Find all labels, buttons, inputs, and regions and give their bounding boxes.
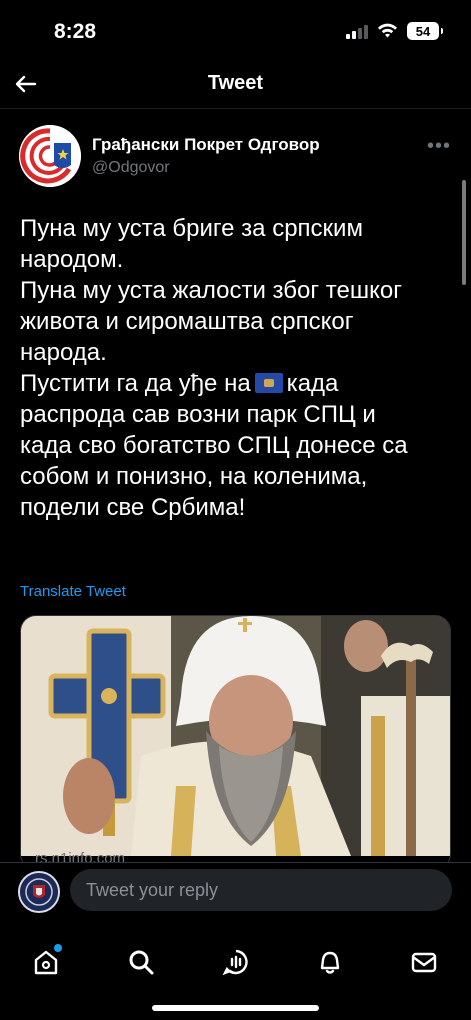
tweet-line: собом и понизно, на коленима, xyxy=(20,463,368,490)
translate-tweet-link[interactable]: Translate Tweet xyxy=(20,583,126,600)
tweet-text: Пуна му уста бриге за српским народом. П… xyxy=(20,213,450,523)
bottom-tab-bar xyxy=(0,920,471,1020)
home-indicator xyxy=(152,1005,319,1011)
reply-bar xyxy=(0,862,471,920)
tweet-line-part: Пустити га да уђе на xyxy=(20,370,251,397)
author-avatar[interactable] xyxy=(19,125,81,187)
status-icons: 54 xyxy=(346,22,443,40)
tab-notifications[interactable] xyxy=(302,934,358,990)
notifications-bell-icon xyxy=(320,951,340,974)
status-time: 8:28 xyxy=(54,20,97,43)
cellular-signal-icon xyxy=(346,23,368,39)
user-crest-icon xyxy=(20,873,58,911)
page-title: Tweet xyxy=(207,72,264,94)
tab-home[interactable] xyxy=(18,934,74,990)
tweet: Грађански Покрет Одговор @Odgovor ••• Пу… xyxy=(0,108,471,870)
author-handle[interactable]: @Odgovor xyxy=(92,159,170,177)
battery-indicator: 54 xyxy=(407,22,443,40)
tweet-line: живота и сиромаштва српског xyxy=(20,308,354,335)
tab-search[interactable] xyxy=(113,934,169,990)
tweet-line: Пустити га да уђе на када xyxy=(20,368,450,399)
reply-input[interactable] xyxy=(70,869,452,911)
tweet-line-part: када xyxy=(286,370,339,397)
scrollbar[interactable] xyxy=(462,180,466,285)
user-avatar[interactable] xyxy=(18,871,60,913)
author-name[interactable]: Грађански Покрет Одговор xyxy=(92,135,320,155)
tab-messages[interactable] xyxy=(396,934,452,990)
messages-envelope-icon xyxy=(411,952,437,973)
tweet-line: народа. xyxy=(20,339,107,366)
tweet-line: Пуна му уста бриге за српским xyxy=(20,215,363,242)
spaces-icon xyxy=(222,949,248,976)
card-photo xyxy=(21,616,450,856)
tweet-line: када сво богатство СПЦ донесе са xyxy=(20,432,408,459)
status-bar: 8:28 54 xyxy=(0,0,471,62)
tab-spaces[interactable] xyxy=(208,934,264,990)
link-card[interactable]: rs.n1info.com xyxy=(20,615,451,870)
tweet-line: распрода сав возни парк СПЦ и xyxy=(20,401,376,428)
tweet-line: Пуна му уста жалости због тешког xyxy=(20,277,402,304)
unread-dot xyxy=(54,944,62,952)
more-options-button[interactable]: ••• xyxy=(427,135,451,158)
home-icon xyxy=(34,950,58,975)
tweet-line: народом. xyxy=(20,246,124,273)
kosovo-flag-emoji xyxy=(254,372,283,393)
wifi-icon xyxy=(378,23,397,38)
odgovor-logo-icon xyxy=(19,125,81,187)
nav-header: Tweet xyxy=(0,62,471,108)
tweet-line: подели све Србима! xyxy=(20,494,246,521)
more-dots-icon: ••• xyxy=(426,135,451,157)
search-icon xyxy=(129,950,154,975)
